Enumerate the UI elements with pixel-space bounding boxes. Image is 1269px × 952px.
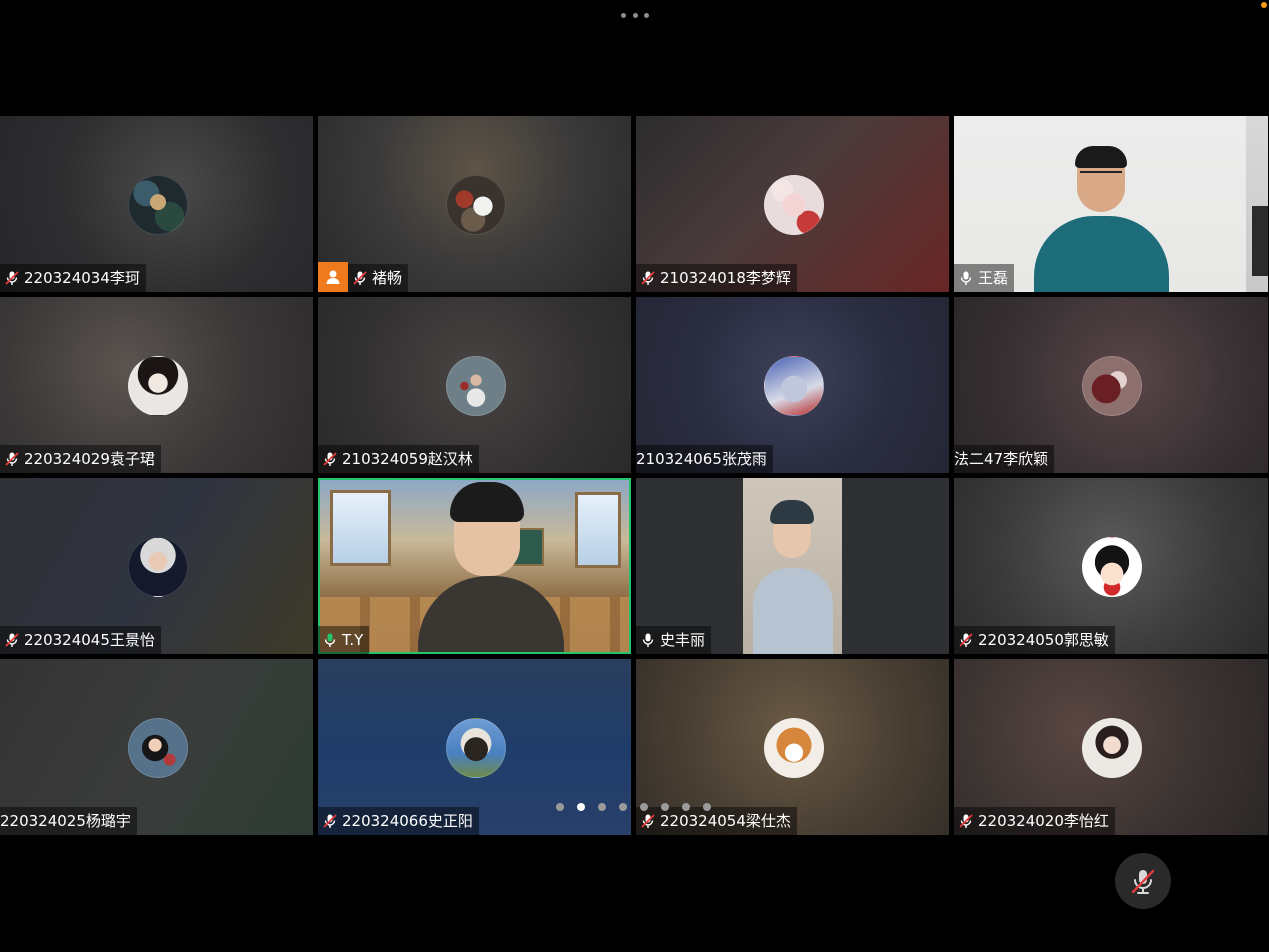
- participant-name-label: 褚畅: [348, 264, 409, 292]
- participant-name: T.Y: [342, 631, 364, 649]
- mic-muted-icon: [4, 632, 20, 648]
- mic-muted-icon: [1128, 866, 1158, 896]
- page-dot[interactable]: [556, 803, 564, 811]
- page-dot[interactable]: [661, 803, 669, 811]
- participant-avatar: [127, 537, 188, 597]
- participant-tile[interactable]: 褚畅: [318, 116, 631, 292]
- participant-name-label: 史丰丽: [636, 626, 712, 654]
- participant-tile[interactable]: 220324050郭思敏: [954, 478, 1268, 654]
- mic-muted-icon: [640, 813, 656, 829]
- participant-tile[interactable]: 王磊: [954, 116, 1268, 292]
- mic-speaking-icon: [322, 632, 338, 648]
- participant-name: 王磊: [978, 269, 1009, 287]
- participant-name-label: 220324045王景怡: [0, 626, 161, 654]
- participant-name-label: 220324020李怡红: [954, 807, 1115, 835]
- page-indicator[interactable]: [556, 803, 711, 811]
- participant-name: 220324045王景怡: [24, 631, 155, 649]
- participant-avatar: [1082, 718, 1142, 778]
- participant-name-label: 220324034李珂: [0, 264, 146, 292]
- mic-toggle-button[interactable]: [1115, 853, 1171, 909]
- participant-video: [743, 478, 842, 654]
- participant-name: 210324065张茂雨: [636, 450, 767, 468]
- participant-name-label: 210324059赵汉林: [318, 445, 479, 473]
- participant-grid: 220324034李珂 褚畅 210324018李梦辉 王磊 220324029…: [0, 116, 1269, 836]
- participant-avatar: [763, 718, 824, 778]
- participant-name: 220324029袁子珺: [24, 450, 155, 468]
- mic-muted-icon: [4, 270, 20, 286]
- participant-name: 220324054梁仕杰: [660, 812, 791, 830]
- participant-avatar: [763, 175, 824, 235]
- participant-name: 褚畅: [372, 269, 403, 287]
- participant-tile[interactable]: 220324020李怡红: [954, 659, 1268, 835]
- participant-name: 220324066史正阳: [342, 812, 473, 830]
- participant-name: 220324034李珂: [24, 269, 140, 287]
- participant-name-label: 220324029袁子珺: [0, 445, 161, 473]
- participant-name-label: 220324066史正阳: [318, 807, 479, 835]
- participant-name-label: 210324065张茂雨: [636, 445, 773, 473]
- participant-avatar: [127, 356, 188, 416]
- participant-tile[interactable]: 210324065张茂雨: [636, 297, 949, 473]
- participant-name-label: 220324050郭思敏: [954, 626, 1115, 654]
- participant-tile[interactable]: 210324018李梦辉: [636, 116, 949, 292]
- participant-name: 220324050郭思敏: [978, 631, 1109, 649]
- participant-name-label: 220324025杨璐宇: [0, 807, 137, 835]
- mic-icon: [640, 632, 656, 648]
- participant-name-label: 220324054梁仕杰: [636, 807, 797, 835]
- participant-avatar: [763, 356, 824, 416]
- participant-name-label: 王磊: [954, 264, 1015, 292]
- participant-tile[interactable]: 220324045王景怡: [0, 478, 313, 654]
- participant-name: 220324020李怡红: [978, 812, 1109, 830]
- page-dot[interactable]: [640, 803, 648, 811]
- mic-muted-icon: [322, 813, 338, 829]
- participant-tile[interactable]: 220324025杨璐宇: [0, 659, 313, 835]
- mic-muted-icon: [4, 451, 20, 467]
- participant-tile[interactable]: 史丰丽: [636, 478, 949, 654]
- participant-avatar: [445, 356, 506, 416]
- participant-tile[interactable]: 法二47李欣颖: [954, 297, 1268, 473]
- participant-tile[interactable]: 210324059赵汉林: [318, 297, 631, 473]
- host-person-icon: [318, 262, 348, 292]
- meeting-screen: 220324034李珂 褚畅 210324018李梦辉 王磊 220324029…: [0, 0, 1269, 952]
- mic-muted-icon: [958, 813, 974, 829]
- notification-dot: [1261, 2, 1267, 8]
- participant-tile[interactable]: 220324029袁子珺: [0, 297, 313, 473]
- participant-avatar: [1082, 537, 1142, 597]
- participant-name-label: T.Y: [318, 626, 370, 654]
- mic-muted-icon: [352, 270, 368, 286]
- page-dot[interactable]: [598, 803, 606, 811]
- participant-avatar: [1082, 356, 1142, 416]
- page-dot-current[interactable]: [577, 803, 585, 811]
- participant-avatar: [127, 718, 188, 778]
- mic-muted-icon: [640, 270, 656, 286]
- page-dot[interactable]: [703, 803, 711, 811]
- more-options-icon[interactable]: [621, 8, 649, 22]
- active-speaker-tile[interactable]: T.Y: [318, 478, 631, 654]
- participant-name-label: 法二47李欣颖: [954, 445, 1055, 473]
- mic-muted-icon: [322, 451, 338, 467]
- mic-icon: [958, 270, 974, 286]
- mic-muted-icon: [958, 632, 974, 648]
- participant-avatar: [127, 175, 188, 235]
- participant-name: 210324059赵汉林: [342, 450, 473, 468]
- participant-name: 法二47李欣颖: [954, 450, 1049, 468]
- participant-name: 210324018李梦辉: [660, 269, 791, 287]
- participant-name-label: 210324018李梦辉: [636, 264, 797, 292]
- participant-name: 史丰丽: [660, 631, 706, 649]
- participant-tile[interactable]: 220324034李珂: [0, 116, 313, 292]
- participant-avatar: [445, 175, 506, 235]
- participant-avatar: [445, 718, 506, 778]
- participant-name: 220324025杨璐宇: [0, 812, 131, 830]
- page-dot[interactable]: [619, 803, 627, 811]
- page-dot[interactable]: [682, 803, 690, 811]
